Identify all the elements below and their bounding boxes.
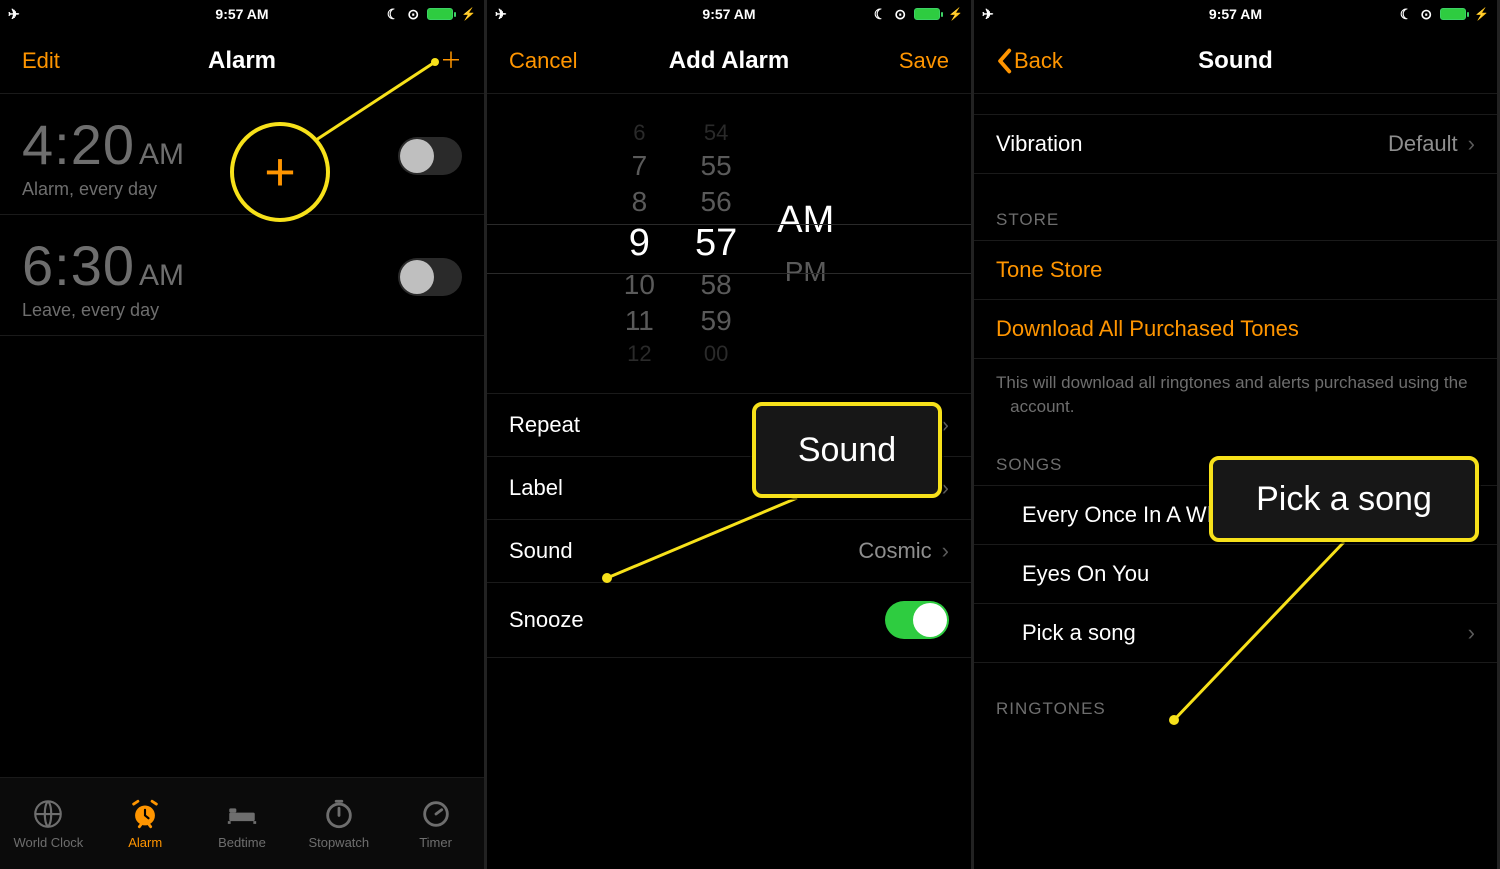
plus-icon: + (264, 141, 296, 203)
tab-world-clock[interactable]: World Clock (0, 778, 97, 869)
annotation-line (974, 0, 1500, 800)
tab-bedtime[interactable]: Bedtime (194, 778, 291, 869)
tab-stopwatch[interactable]: Stopwatch (290, 778, 387, 869)
alarm-subtitle: Leave, every day (22, 300, 184, 321)
screen-add-alarm: ✈ 9:57 AM ☾ ⊙ ⚡ Cancel Add Alarm Save 6 … (487, 0, 974, 869)
callout-text: Pick a song (1256, 480, 1432, 519)
callout-sound: Sound (752, 402, 942, 498)
annotation-line (487, 0, 974, 700)
tab-label: Alarm (128, 835, 162, 850)
callout-plus-circle: + (230, 122, 330, 222)
screen-alarm-list: ✈ 9:57 AM ☾ ⊙ ⚡ Edit Alarm ＋ 4:20 AM Ala… (0, 0, 487, 869)
stopwatch-icon (322, 797, 356, 831)
callout-pick-a-song: Pick a song (1209, 456, 1479, 542)
screen-sound: ✈ 9:57 AM ☾ ⊙ ⚡ Back Sound Vibration Def… (974, 0, 1500, 869)
tab-label: Stopwatch (308, 835, 369, 850)
alarm-icon (128, 797, 162, 831)
tab-timer[interactable]: Timer (387, 778, 484, 869)
tab-bar: World Clock Alarm Bedtime Stopwatch Time… (0, 777, 484, 869)
tab-label: Bedtime (218, 835, 266, 850)
tab-label: World Clock (13, 835, 83, 850)
globe-icon (31, 797, 65, 831)
tab-label: Timer (419, 835, 452, 850)
tab-alarm[interactable]: Alarm (97, 778, 194, 869)
timer-icon (419, 797, 453, 831)
bed-icon (225, 797, 259, 831)
callout-text: Sound (798, 431, 896, 470)
